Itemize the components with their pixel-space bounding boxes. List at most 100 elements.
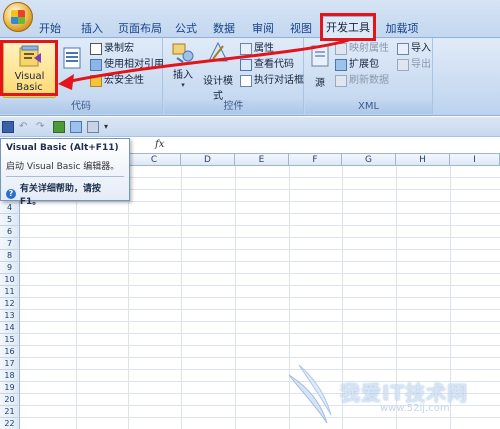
row-header[interactable]: 12 — [0, 298, 20, 310]
relative-reference-button[interactable]: 使用相对引用 — [90, 58, 164, 72]
map-properties-button[interactable]: 映射属性 — [335, 42, 389, 56]
view-code-button[interactable]: 查看代码 — [240, 58, 294, 72]
redo-icon[interactable]: ↷ — [36, 121, 48, 133]
spreadsheet-icon[interactable] — [53, 120, 65, 133]
watermark-url: www.52ij.com — [380, 403, 450, 414]
map-properties-icon — [335, 43, 347, 55]
import-label: 导入 — [411, 43, 431, 54]
export-button[interactable]: 导出 — [397, 58, 431, 72]
expansion-packs-label: 扩展包 — [349, 59, 379, 70]
help-icon: ? — [6, 189, 16, 199]
visual-basic-tooltip: Visual Basic (Alt+F11) 启动 Visual Basic 编… — [0, 138, 130, 207]
record-macro-button[interactable]: 录制宏 — [90, 42, 134, 56]
properties-icon — [240, 43, 252, 55]
row-header[interactable]: 20 — [0, 394, 20, 406]
record-macro-icon — [90, 43, 102, 55]
row-header[interactable]: 15 — [0, 334, 20, 346]
macro-security-label: 宏安全性 — [104, 75, 144, 86]
tooltip-help-row: ? 有关详细帮助，请按 F1。 — [6, 181, 124, 207]
export-icon — [397, 59, 409, 71]
column-header[interactable]: D — [181, 154, 235, 166]
tab-data[interactable]: 数据 — [210, 20, 238, 38]
controls-group: 插入 ▾ 设计模式 属性 查看代码 执行对话框 控件 — [164, 38, 304, 114]
row-header[interactable]: 18 — [0, 370, 20, 382]
office-logo-icon — [11, 10, 25, 24]
run-dialog-label: 执行对话框 — [254, 75, 304, 86]
tooltip-title: Visual Basic (Alt+F11) — [6, 143, 119, 153]
relative-reference-label: 使用相对引用 — [104, 59, 164, 70]
macros-button[interactable] — [60, 46, 86, 96]
insert-control-label: 插入 — [173, 70, 193, 81]
column-header[interactable]: C — [128, 154, 181, 166]
refresh-data-button[interactable]: 刷新数据 — [335, 74, 389, 88]
row-header[interactable]: 21 — [0, 406, 20, 418]
tab-add-ins[interactable]: 加载项 — [382, 20, 422, 38]
row-header[interactable]: 19 — [0, 382, 20, 394]
tab-formulas[interactable]: 公式 — [172, 20, 200, 38]
import-button[interactable]: 导入 — [397, 42, 431, 56]
insert-function-button[interactable]: fx — [155, 139, 164, 150]
column-header[interactable]: I — [450, 154, 500, 166]
row-header[interactable]: 6 — [0, 226, 20, 238]
tab-home[interactable]: 开始 — [36, 20, 64, 38]
controls-group-label: 控件 — [164, 100, 303, 114]
row-header[interactable]: 9 — [0, 262, 20, 274]
camera-icon[interactable] — [87, 120, 99, 133]
ribbon: Visual Basic 录制宏 使用相对引用 宏安全性 代码 插入 ▾ 设计模… — [0, 38, 500, 116]
tab-page-layout[interactable]: 页面布局 — [116, 20, 164, 38]
code-group-label: 代码 — [0, 100, 162, 114]
row-header[interactable]: 7 — [0, 238, 20, 250]
row-header[interactable]: 22 — [0, 418, 20, 429]
row-header[interactable]: 11 — [0, 286, 20, 298]
watermark: 我爱IT技术网 www.52ij.com — [285, 355, 495, 427]
office-button[interactable] — [3, 2, 33, 32]
column-header[interactable]: H — [396, 154, 450, 166]
column-header[interactable]: F — [289, 154, 342, 166]
customize-toolbar-icon[interactable]: ▾ — [104, 122, 108, 131]
tooltip-help-text: 有关详细帮助，请按 F1。 — [19, 184, 101, 207]
row-header[interactable]: 14 — [0, 322, 20, 334]
expansion-packs-button[interactable]: 扩展包 — [335, 58, 379, 72]
print-preview-icon[interactable] — [70, 120, 82, 133]
xml-source-button[interactable]: 源 — [309, 44, 331, 96]
chevron-down-icon: ▾ — [181, 81, 185, 89]
import-icon — [397, 43, 409, 55]
save-icon[interactable] — [2, 120, 14, 133]
record-macro-label: 录制宏 — [104, 43, 134, 54]
xml-group-label: XML — [305, 100, 432, 114]
watermark-wing-icon — [288, 364, 332, 424]
visual-basic-highlight — [0, 40, 58, 96]
macro-security-button[interactable]: 宏安全性 — [90, 74, 144, 88]
refresh-data-icon — [335, 75, 347, 87]
properties-label: 属性 — [254, 43, 274, 54]
row-header[interactable]: 16 — [0, 346, 20, 358]
developer-tab-highlight — [320, 13, 376, 41]
tab-insert[interactable]: 插入 — [78, 20, 106, 38]
properties-button[interactable]: 属性 — [240, 42, 274, 56]
design-mode-icon — [208, 41, 228, 62]
run-dialog-button[interactable]: 执行对话框 — [240, 74, 304, 88]
watermark-text: 我爱IT技术网 — [340, 381, 469, 405]
column-header[interactable]: E — [235, 154, 289, 166]
relative-reference-icon — [90, 59, 102, 71]
insert-control-icon — [172, 43, 194, 63]
xml-group: 源 映射属性 扩展包 刷新数据 导入 导出 XML — [305, 38, 433, 114]
refresh-data-label: 刷新数据 — [349, 75, 389, 86]
row-header[interactable]: 8 — [0, 250, 20, 262]
row-header[interactable]: 17 — [0, 358, 20, 370]
row-header[interactable]: 5 — [0, 214, 20, 226]
tab-review[interactable]: 审阅 — [249, 20, 277, 38]
macros-icon — [63, 47, 81, 69]
design-mode-button[interactable]: 设计模式 — [200, 40, 236, 102]
tooltip-description: 启动 Visual Basic 编辑器。 — [6, 162, 120, 172]
column-header[interactable]: G — [342, 154, 396, 166]
undo-icon[interactable]: ↶ — [19, 121, 31, 133]
view-code-label: 查看代码 — [254, 59, 294, 70]
warning-icon — [90, 75, 102, 87]
row-header[interactable]: 13 — [0, 310, 20, 322]
row-header[interactable]: 10 — [0, 274, 20, 286]
quick-access-toolbar: ↶ ↷ ▾ — [0, 117, 500, 137]
tab-view[interactable]: 视图 — [287, 20, 315, 38]
export-label: 导出 — [411, 59, 431, 70]
insert-control-button[interactable]: 插入 ▾ — [168, 40, 198, 96]
